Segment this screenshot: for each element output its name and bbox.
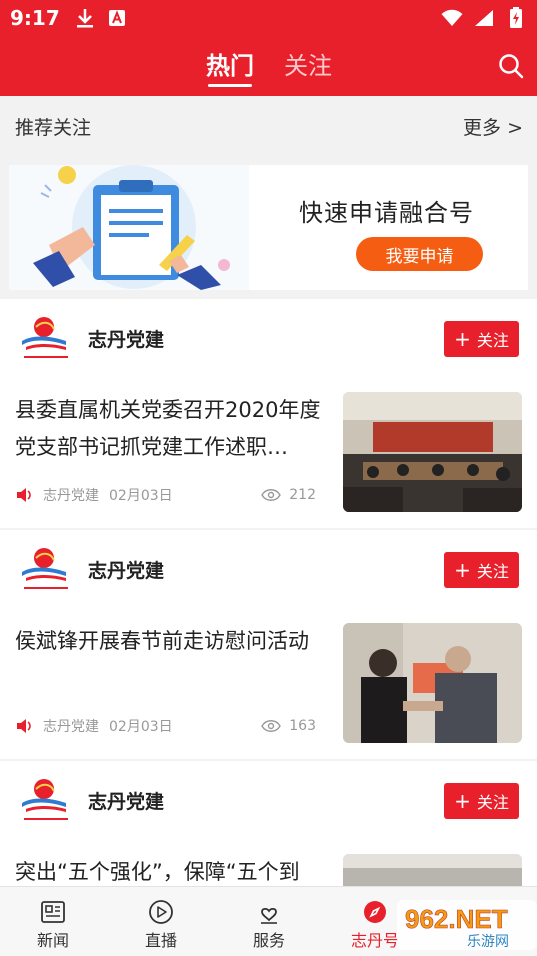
nav-service-label: 服务: [252, 931, 285, 950]
battery-icon: [505, 7, 527, 29]
more-link[interactable]: 更多 >: [463, 113, 523, 140]
party-logo-icon: [22, 317, 68, 358]
tab-hot[interactable]: 热门: [206, 46, 254, 81]
keyboard-a-icon: [106, 7, 128, 29]
status-bar: 9:17: [0, 0, 537, 36]
recommend-header: 推荐关注 更多 >: [0, 96, 537, 156]
view-count-value: 163: [289, 718, 316, 734]
follow-button[interactable]: + 关注: [444, 552, 519, 588]
speaker-icon[interactable]: [16, 487, 33, 503]
top-nav: 热门 关注: [0, 36, 537, 96]
plus-icon: +: [454, 789, 471, 813]
news-card[interactable]: 志丹党建 + 关注 侯斌锋开展春节前走访慰问活动 志丹党建 02月03日 163: [0, 530, 537, 759]
speaker-icon[interactable]: [16, 718, 33, 734]
nav-news-label: 新闻: [36, 931, 69, 950]
plus-icon: +: [454, 327, 471, 351]
nav-news[interactable]: 新闻: [8, 899, 98, 951]
follow-button[interactable]: + 关注: [444, 321, 519, 357]
nav-live-label: 直播: [144, 931, 177, 950]
eye-icon: [261, 489, 282, 501]
play-circle-icon: [149, 900, 173, 924]
source-name[interactable]: 志丹党建: [88, 325, 164, 352]
compass-icon: [364, 901, 386, 923]
article-title[interactable]: 县委直属机关党委召开2020年度党支部书记抓党建工作述职…: [15, 392, 330, 466]
active-tab-indicator: [208, 84, 252, 87]
recommend-title: 推荐关注: [15, 117, 92, 139]
party-logo-icon: [22, 548, 68, 589]
meta-source: 志丹党建: [43, 719, 99, 735]
newspaper-icon: [41, 901, 65, 923]
plus-icon: +: [454, 558, 471, 582]
meta-date: 02月03日: [109, 719, 173, 735]
article-meta: 志丹党建 02月03日 212: [16, 485, 316, 505]
source-name[interactable]: 志丹党建: [88, 556, 164, 583]
article-title[interactable]: 侯斌锋开展春节前走访慰问活动: [15, 623, 330, 697]
view-count-value: 212: [289, 487, 316, 503]
visit-photo[interactable]: [343, 623, 522, 743]
meta-source: 志丹党建: [43, 488, 99, 504]
apply-banner[interactable]: 快速申请融合号 我要申请: [9, 165, 528, 290]
news-card[interactable]: 志丹党建 + 关注 县委直属机关党委召开2020年度党支部书记抓党建工作述职… 志…: [0, 299, 537, 528]
follow-label: 关注: [476, 562, 509, 581]
site-watermark: 962.NET 乐游网: [397, 900, 537, 950]
follow-button[interactable]: + 关注: [444, 783, 519, 819]
download-icon: [74, 7, 96, 29]
source-name[interactable]: 志丹党建: [88, 787, 164, 814]
view-count: 212: [261, 487, 316, 503]
follow-label: 关注: [476, 331, 509, 350]
article-meta: 志丹党建 02月03日 163: [16, 716, 316, 736]
watermark-text: 962.NET: [405, 904, 508, 934]
follow-label: 关注: [476, 793, 509, 812]
apply-button[interactable]: 我要申请: [356, 237, 483, 271]
status-time: 9:17: [10, 6, 60, 30]
meeting-photo[interactable]: [343, 392, 522, 512]
hand-heart-icon: [261, 907, 277, 924]
meta-date: 02月03日: [109, 488, 173, 504]
view-count: 163: [261, 718, 316, 734]
banner-headline: 快速申请融合号: [299, 199, 474, 227]
nav-zhidan-label: 志丹号: [350, 931, 399, 950]
wifi-icon: [441, 7, 463, 29]
clipboard-illustration: [33, 165, 230, 290]
party-logo-icon: [22, 779, 68, 820]
search-icon[interactable]: [497, 52, 525, 80]
nav-live[interactable]: 直播: [116, 899, 206, 951]
watermark-sub: 乐游网: [467, 934, 509, 950]
nav-service[interactable]: 服务: [224, 899, 314, 951]
signal-icon: [473, 7, 495, 29]
eye-icon: [261, 720, 282, 732]
tab-following[interactable]: 关注: [284, 46, 332, 81]
